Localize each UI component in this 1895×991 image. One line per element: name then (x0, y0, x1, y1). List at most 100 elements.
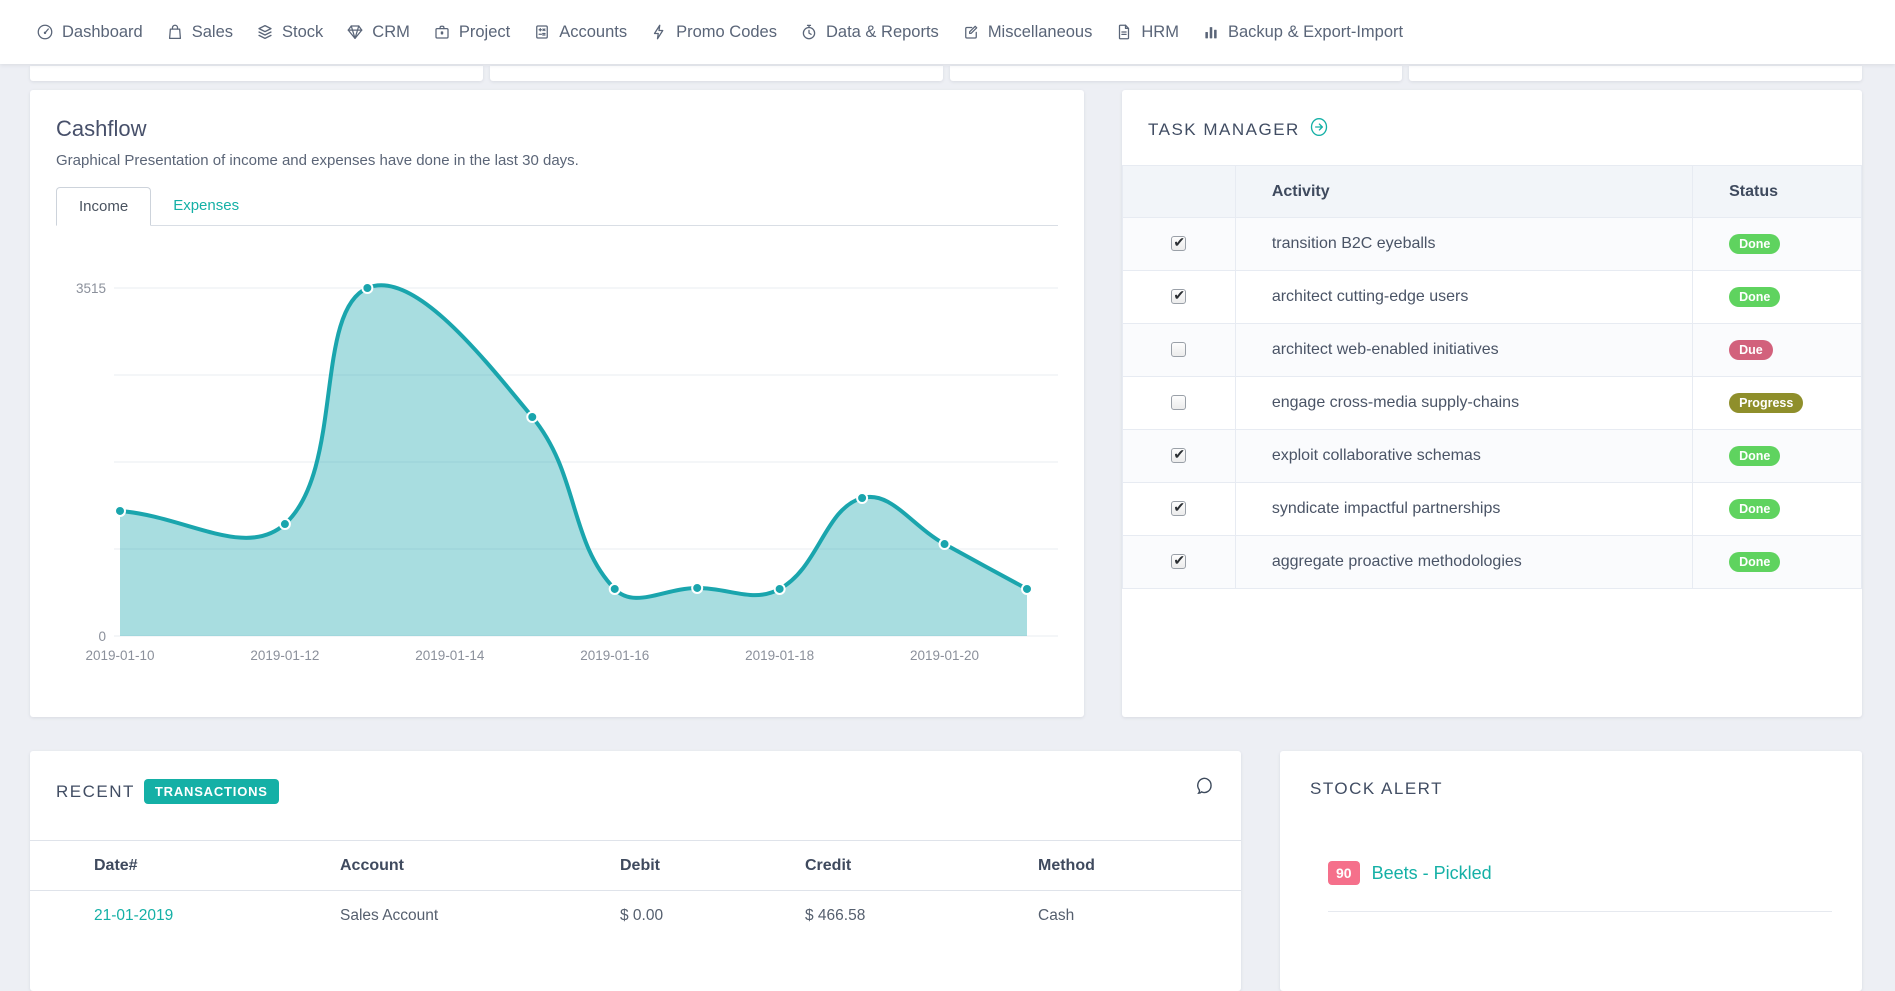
nav-item-project[interactable]: Project (433, 23, 510, 42)
status-badge: Done (1729, 499, 1780, 520)
sales-icon (166, 23, 184, 41)
svg-text:2019-01-16: 2019-01-16 (580, 648, 649, 663)
tx-col-method: Method (1037, 841, 1241, 891)
task-checkbox[interactable] (1171, 501, 1186, 516)
task-row: architect web-enabled initiatives Due (1123, 324, 1862, 377)
svg-text:2019-01-14: 2019-01-14 (415, 648, 485, 663)
nav-item-sales[interactable]: Sales (166, 23, 233, 42)
nav-label: CRM (372, 23, 410, 42)
task-table-header-row: Activity Status (1123, 166, 1862, 218)
task-manager-link[interactable] (1309, 116, 1329, 143)
nav-label: Sales (192, 23, 233, 42)
svg-text:0: 0 (98, 629, 106, 644)
task-activity: architect cutting-edge users (1235, 271, 1692, 324)
stock-item-link[interactable]: Beets - Pickled (1372, 863, 1492, 884)
task-checkbox[interactable] (1171, 554, 1186, 569)
task-activity: transition B2C eyeballs (1235, 218, 1692, 271)
partial-stat-card (950, 66, 1403, 81)
tx-col-credit: Credit (804, 841, 1037, 891)
comment-icon[interactable] (1194, 775, 1215, 803)
transaction-method: Cash (1037, 891, 1241, 941)
status-badge: Done (1729, 234, 1780, 255)
data-reports-icon (800, 23, 818, 41)
task-col-activity: Activity (1235, 166, 1692, 218)
transaction-debit: $ 0.00 (619, 891, 804, 941)
top-navbar: Dashboard Sales Stock CRM Project Accoun… (0, 0, 1895, 64)
task-row: engage cross-media supply-chains Progres… (1123, 377, 1862, 430)
nav-item-dashboard[interactable]: Dashboard (36, 23, 143, 42)
nav-label: Backup & Export-Import (1228, 23, 1403, 42)
svg-text:2019-01-18: 2019-01-18 (745, 648, 814, 663)
task-manager-card: TASK MANAGER Activity Status transition … (1122, 90, 1862, 717)
stock-icon (256, 23, 274, 41)
task-row: exploit collaborative schemas Done (1123, 430, 1862, 483)
partial-stat-card (490, 66, 943, 81)
stock-qty-badge: 90 (1328, 861, 1360, 885)
task-checkbox[interactable] (1171, 342, 1186, 357)
nav-label: Promo Codes (676, 23, 777, 42)
task-checkbox[interactable] (1171, 448, 1186, 463)
transaction-date-link[interactable]: 21-01-2019 (94, 907, 173, 924)
tab-expenses[interactable]: Expenses (151, 187, 261, 225)
task-checkbox[interactable] (1171, 236, 1186, 251)
nav-item-data-reports[interactable]: Data & Reports (800, 23, 939, 42)
hrm-icon (1115, 23, 1133, 41)
project-icon (433, 23, 451, 41)
task-manager-title-row: TASK MANAGER (1122, 90, 1862, 165)
tx-col-debit: Debit (619, 841, 804, 891)
nav-item-backup-export[interactable]: Backup & Export-Import (1202, 23, 1403, 42)
partial-stat-card (1409, 66, 1862, 81)
cashflow-title: Cashflow (56, 116, 1058, 142)
cashflow-card: Cashflow Graphical Presentation of incom… (30, 90, 1084, 717)
status-badge: Progress (1729, 393, 1803, 414)
nav-label: Stock (282, 23, 323, 42)
nav-item-miscellaneous[interactable]: Miscellaneous (962, 23, 1093, 42)
task-activity: exploit collaborative schemas (1235, 430, 1692, 483)
task-table: Activity Status transition B2C eyeballs … (1122, 165, 1862, 589)
nav-item-crm[interactable]: CRM (346, 23, 410, 42)
task-activity: architect web-enabled initiatives (1235, 324, 1692, 377)
task-activity: syndicate impactful partnerships (1235, 483, 1692, 536)
recent-transactions-title: RECENT (56, 782, 135, 802)
svg-text:2019-01-20: 2019-01-20 (910, 648, 979, 663)
cashflow-chart: 351502019-01-102019-01-122019-01-142019-… (30, 240, 1070, 676)
transactions-table: Date# Account Debit Credit Method 21-01-… (30, 840, 1241, 941)
task-row: aggregate proactive methodologies Done (1123, 536, 1862, 589)
status-badge: Done (1729, 446, 1780, 467)
nav-label: Data & Reports (826, 23, 939, 42)
task-row: syndicate impactful partnerships Done (1123, 483, 1862, 536)
tab-income[interactable]: Income (56, 187, 151, 226)
transaction-credit: $ 466.58 (804, 891, 1037, 941)
stock-alert-title: STOCK ALERT (1280, 751, 1862, 799)
nav-item-hrm[interactable]: HRM (1115, 23, 1179, 42)
svg-text:3515: 3515 (76, 281, 106, 296)
task-row: architect cutting-edge users Done (1123, 271, 1862, 324)
task-checkbox[interactable] (1171, 289, 1186, 304)
nav-item-promo-codes[interactable]: Promo Codes (650, 23, 777, 42)
task-col-checkbox (1123, 166, 1236, 218)
stock-alert-card: STOCK ALERT 90 Beets - Pickled (1280, 751, 1862, 991)
tx-col-account: Account (339, 841, 619, 891)
svg-text:2019-01-12: 2019-01-12 (250, 648, 319, 663)
cashflow-subtitle: Graphical Presentation of income and exp… (56, 152, 1058, 169)
dashboard-icon (36, 23, 54, 41)
accounts-icon (533, 23, 551, 41)
nav-label: Dashboard (62, 23, 143, 42)
partial-stat-cards-row (30, 66, 1862, 81)
nav-item-stock[interactable]: Stock (256, 23, 323, 42)
task-manager-title: TASK MANAGER (1148, 120, 1300, 140)
task-checkbox[interactable] (1171, 395, 1186, 410)
recent-transactions-title-row: RECENT TRANSACTIONS (30, 751, 1241, 804)
stock-alert-item: 90 Beets - Pickled (1328, 861, 1832, 912)
arrow-right-circle-icon (1309, 116, 1329, 138)
cashflow-header: Cashflow Graphical Presentation of incom… (30, 90, 1084, 226)
task-col-status: Status (1693, 166, 1862, 218)
nav-label: Accounts (559, 23, 627, 42)
status-badge: Done (1729, 287, 1780, 308)
promo-codes-icon (650, 23, 668, 41)
task-activity: aggregate proactive methodologies (1235, 536, 1692, 589)
nav-label: Miscellaneous (988, 23, 1093, 42)
task-activity: engage cross-media supply-chains (1235, 377, 1692, 430)
cashflow-tabs: Income Expenses (56, 187, 1058, 226)
nav-item-accounts[interactable]: Accounts (533, 23, 627, 42)
